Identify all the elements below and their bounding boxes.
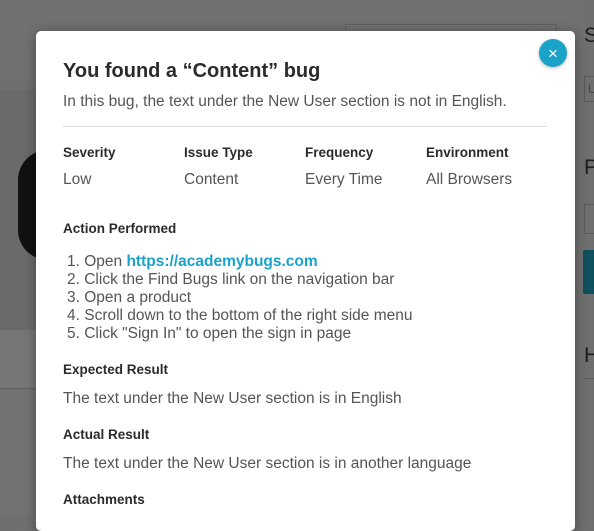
background-sidebar-heading: S [584,24,594,47]
meta-severity: Severity Low [63,145,183,189]
meta-header: Frequency [305,145,374,160]
steps-list: 1. Open https://academybugs.com 2. Click… [67,253,413,343]
meta-header: Environment [426,145,509,160]
background-sidebar-button [583,250,594,294]
actual-result-heading: Actual Result [63,427,150,442]
close-icon: × [548,43,558,63]
background-sidebar-divider [584,378,594,379]
meta-value: Every Time [305,171,383,188]
expected-result-heading: Expected Result [63,362,169,377]
academybugs-link[interactable]: https://academybugs.com [126,253,317,270]
meta-value: All Browsers [426,171,513,188]
step-text: 1. Open [67,253,127,270]
background-sidebar-field [584,204,594,234]
divider [63,126,547,127]
meta-header: Severity [63,145,116,160]
modal-subtitle: In this bug, the text under the New User… [63,93,507,110]
meta-issue-type: Issue Type Content [184,145,304,189]
list-item: 3. Open a product [67,289,192,306]
background-panel [0,390,36,516]
meta-header: Issue Type [184,145,253,160]
meta-value: Content [184,171,239,188]
list-item: 5. Click "Sign In" to open the sign in p… [67,325,352,342]
background-sidebar-field: U [584,76,594,102]
modal-title: You found a “Content” bug [63,60,321,82]
list-item: 1. Open https://academybugs.com [67,253,413,271]
meta-environment: Environment All Browsers [426,145,546,189]
meta-frequency: Frequency Every Time [305,145,425,189]
action-performed-heading: Action Performed [63,221,177,236]
list-item: 4. Scroll down to the bottom of the righ… [67,307,413,324]
meta-value: Low [63,171,92,188]
actual-result-text: The text under the New User section is i… [63,455,472,472]
expected-result-text: The text under the New User section is i… [63,390,402,407]
background-sidebar-heading: P [584,156,594,179]
background-sidebar-heading: H [584,344,594,367]
close-modal-button[interactable]: × [539,39,567,67]
list-item: 2. Click the Find Bugs link on the navig… [67,271,395,288]
background-panel [0,330,36,389]
attachments-heading: Attachments [63,492,145,507]
